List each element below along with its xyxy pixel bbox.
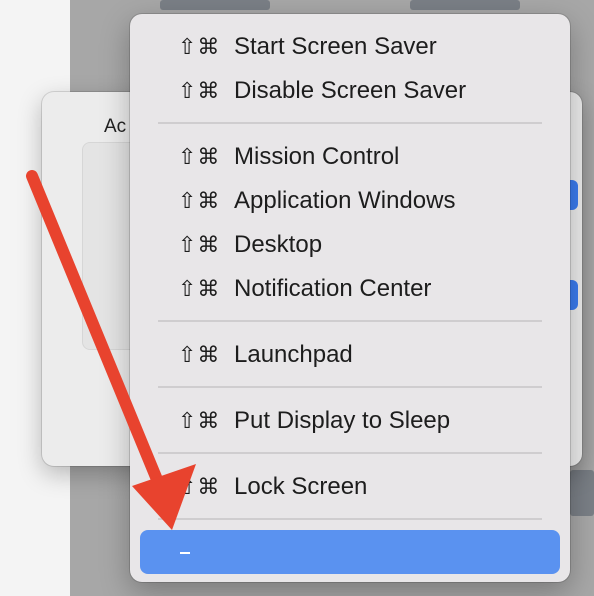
background-thumbnail <box>570 470 594 516</box>
shortcut-keys: ⇧⌘ <box>178 276 221 302</box>
shortcut-keys: ⇧⌘ <box>178 342 221 368</box>
shortcut-keys: ⇧⌘ <box>178 408 221 434</box>
menu-separator <box>158 452 542 454</box>
menu-item-lock-screen[interactable]: ⇧⌘ Lock Screen <box>130 467 570 507</box>
menu-item-label: Application Windows <box>234 187 456 214</box>
shortcut-keys: ⇧⌘ <box>178 474 221 500</box>
menu-item-put-display-to-sleep[interactable]: ⇧⌘ Put Display to Sleep <box>130 401 570 441</box>
menu-item-none-selected[interactable]: - <box>140 530 560 574</box>
menu-item-label: Put Display to Sleep <box>234 407 451 434</box>
menu-separator <box>158 122 542 124</box>
shortcut-keys: ⇧⌘ <box>178 78 221 104</box>
menu-item-launchpad[interactable]: ⇧⌘ Launchpad <box>130 335 570 375</box>
menu-item-mission-control[interactable]: ⇧⌘ Mission Control <box>130 137 570 177</box>
menu-separator <box>158 320 542 322</box>
menu-item-label: Launchpad <box>234 341 353 368</box>
menu-separator <box>158 386 542 388</box>
shortcut-popup-menu: ⇧⌘ Start Screen Saver ⇧⌘ Disable Screen … <box>130 14 570 582</box>
menu-item-notification-center[interactable]: ⇧⌘ Notification Center <box>130 269 570 309</box>
menu-item-label: Disable Screen Saver <box>234 77 467 104</box>
background-thumbnail <box>410 0 520 10</box>
background-thumbnail <box>160 0 270 10</box>
none-dash <box>180 552 190 554</box>
dialog-title: Ac <box>104 116 127 137</box>
shortcut-keys: ⇧⌘ <box>178 188 221 214</box>
menu-item-label: Desktop <box>234 231 323 258</box>
menu-item-label: Start Screen Saver <box>234 33 437 60</box>
shortcut-keys: ⇧⌘ <box>178 34 221 60</box>
menu-item-label: Lock Screen <box>234 473 368 500</box>
menu-item-label: Notification Center <box>234 275 432 302</box>
menu-item-label: Mission Control <box>234 143 400 170</box>
shortcut-keys: ⇧⌘ <box>178 232 221 258</box>
menu-item-disable-screen-saver[interactable]: ⇧⌘ Disable Screen Saver <box>130 71 570 111</box>
shortcut-keys: ⇧⌘ <box>178 144 221 170</box>
menu-item-application-windows[interactable]: ⇧⌘ Application Windows <box>130 181 570 221</box>
menu-item-desktop[interactable]: ⇧⌘ Desktop <box>130 225 570 265</box>
menu-item-start-screen-saver[interactable]: ⇧⌘ Start Screen Saver <box>130 27 570 67</box>
menu-separator <box>158 518 542 520</box>
